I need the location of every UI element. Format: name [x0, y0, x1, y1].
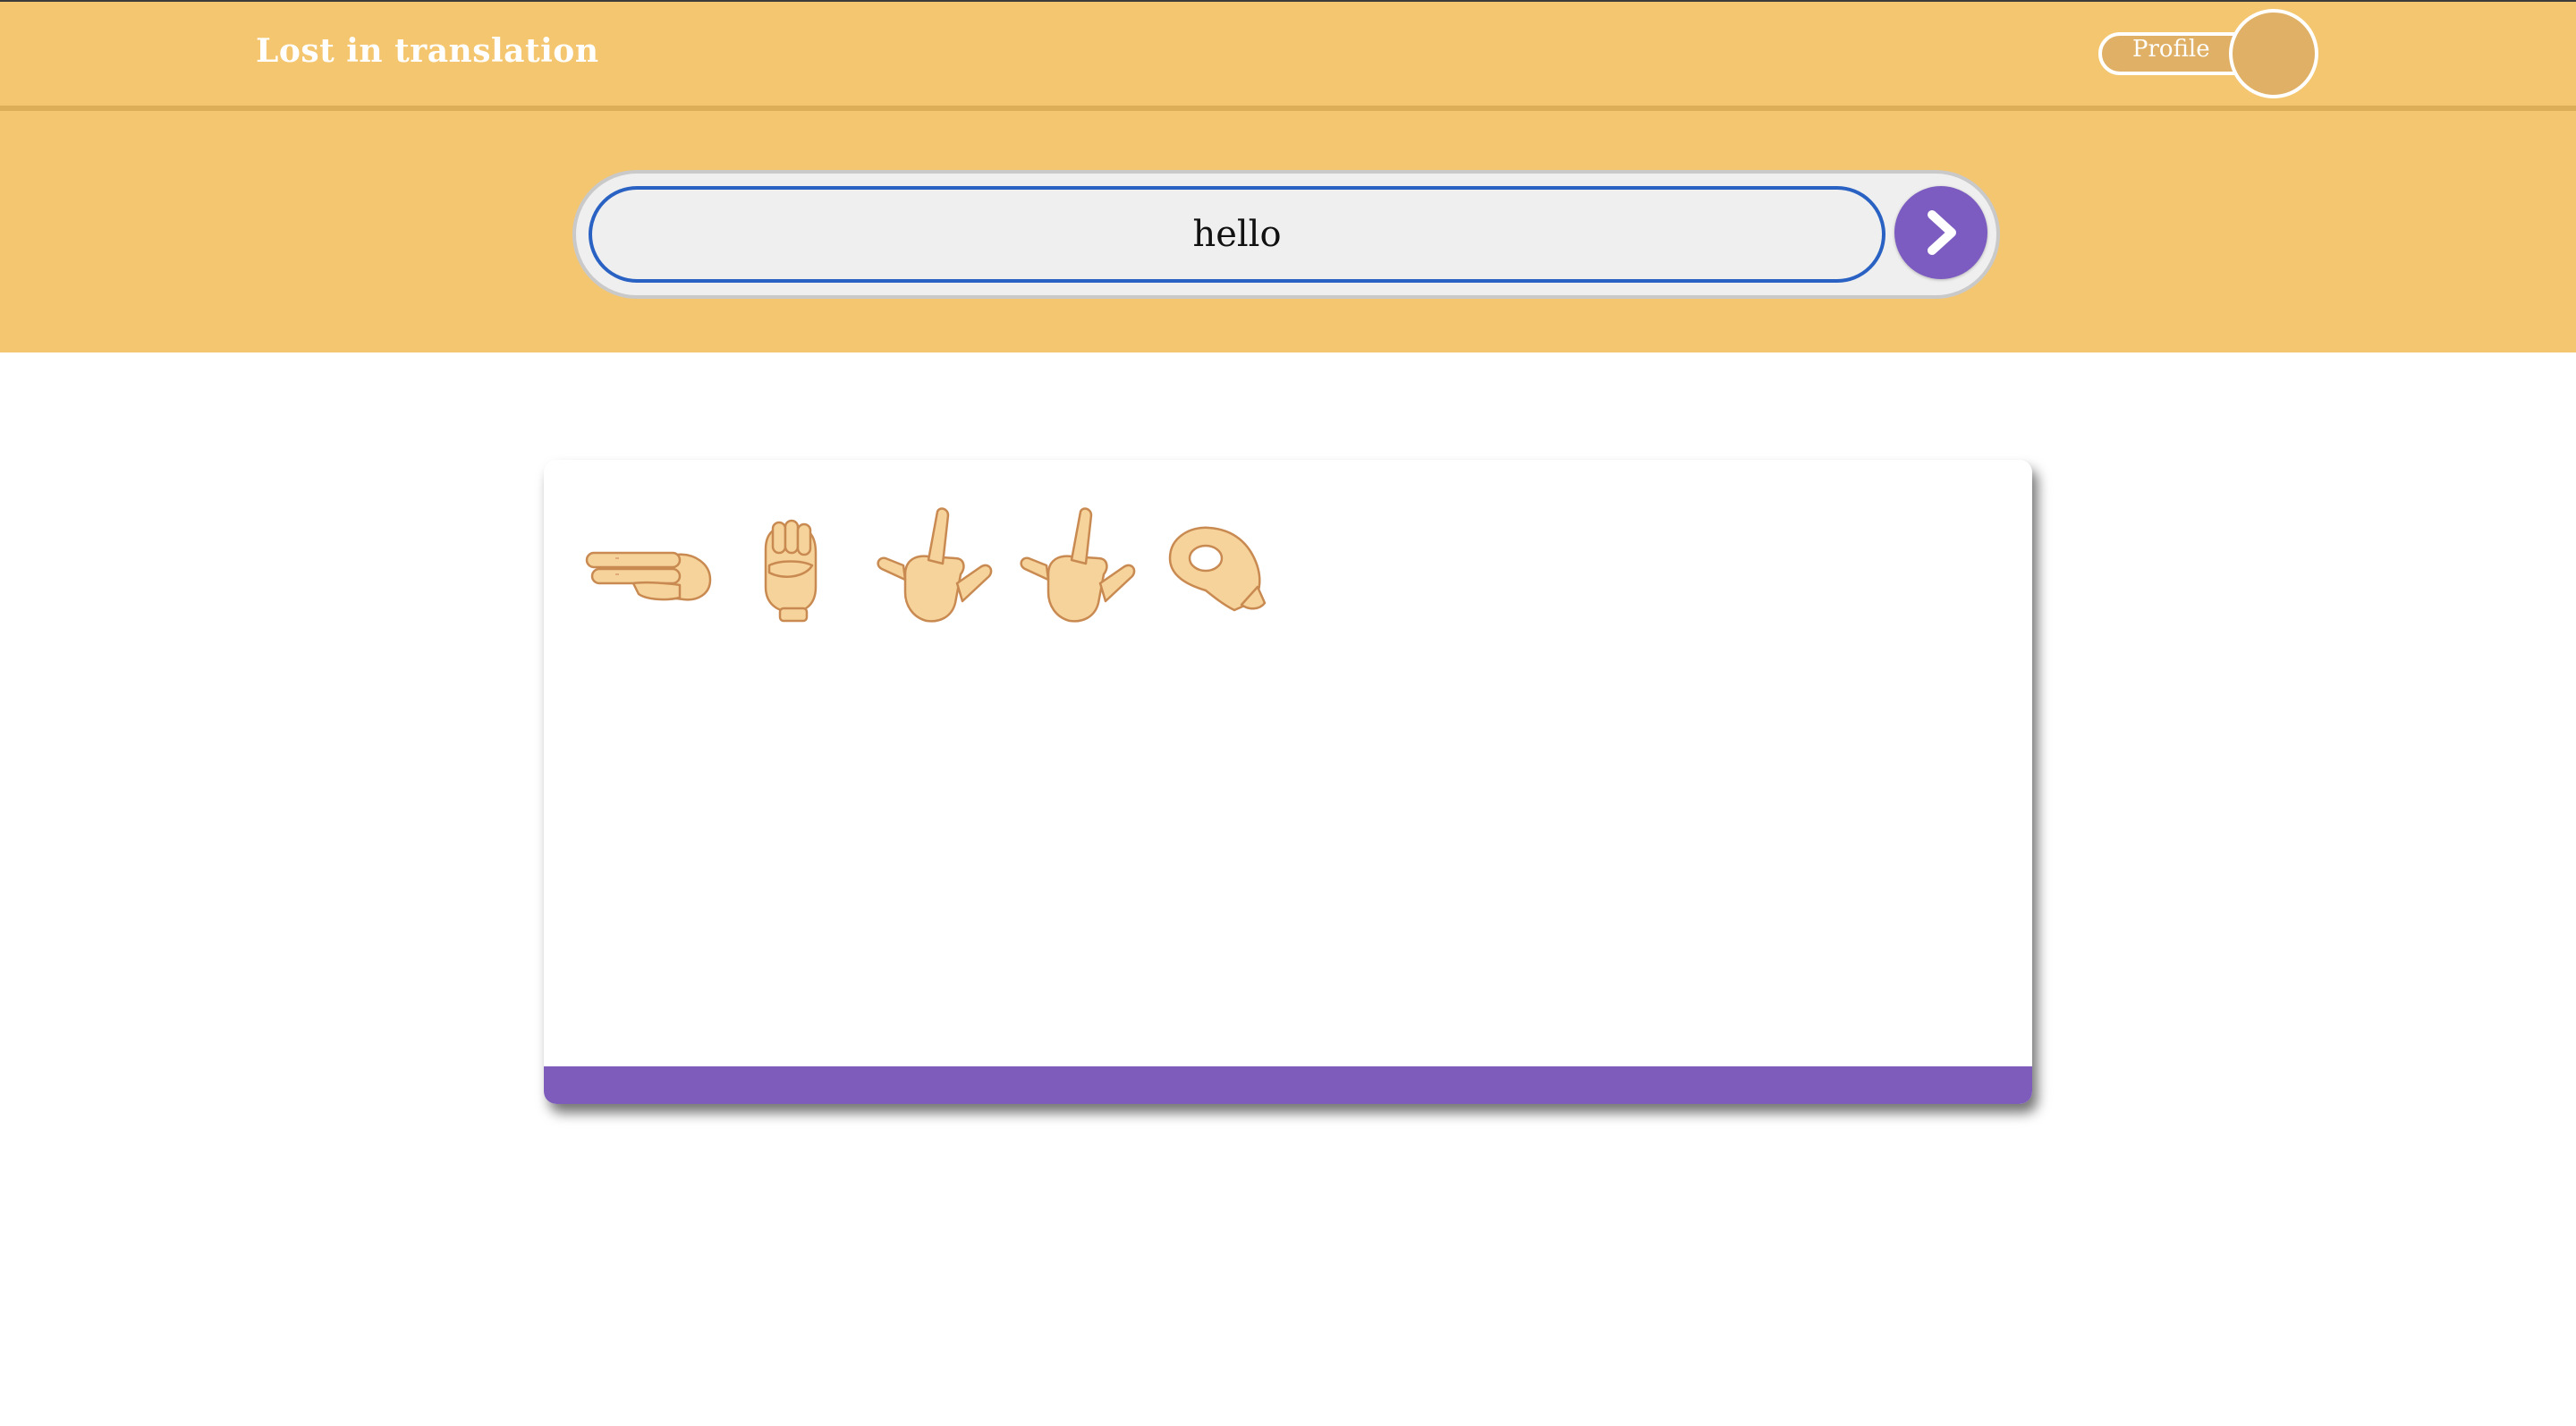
avatar[interactable]: [2229, 9, 2318, 98]
hand-sign-l-icon: [1020, 507, 1136, 623]
app-title: Lost in translation: [256, 32, 599, 70]
profile-label[interactable]: Profile: [2132, 36, 2210, 63]
hand-sign-h-icon: [585, 551, 712, 601]
translate-input[interactable]: [589, 186, 1885, 283]
card-footer-bar: [544, 1066, 2032, 1104]
profile-button[interactable]: Profile: [2098, 9, 2318, 98]
translation-card: [544, 460, 2032, 1104]
translate-button[interactable]: [1894, 186, 1987, 279]
hand-sign-l-icon: [877, 507, 993, 623]
top-navbar: Lost in translation Profile: [0, 0, 2576, 111]
hand-sign-o-icon: [1168, 526, 1267, 612]
search-section: [0, 111, 2576, 352]
search-bar: [572, 170, 2000, 299]
hand-sign-e-icon: [764, 519, 818, 623]
chevron-right-icon: [1928, 210, 1956, 255]
sign-sequence: [580, 505, 1286, 630]
